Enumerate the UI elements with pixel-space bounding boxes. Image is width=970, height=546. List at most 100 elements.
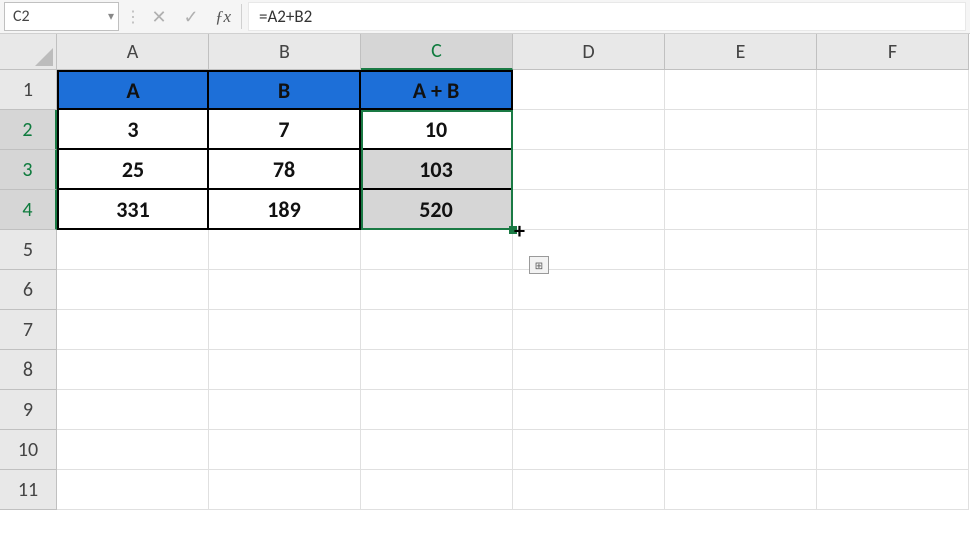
cell-d2[interactable] [513,110,665,150]
autofill-options-button[interactable]: ⊞ [529,256,549,274]
cell-c10[interactable] [361,430,513,470]
cell-f9[interactable] [817,390,969,430]
cell-b3[interactable]: 78 [209,150,361,190]
cell-c2[interactable]: 10 [361,110,513,150]
row-11: 11 [0,470,970,510]
cell-b5[interactable] [209,230,361,270]
cell-e5[interactable] [665,230,817,270]
cell-c5[interactable] [361,230,513,270]
cell-d11[interactable] [513,470,665,510]
divider-icon: ⋮ [123,0,143,33]
spreadsheet-grid[interactable]: A B C D E F 1 A B A + B 2 3 7 10 3 25 78… [0,34,970,510]
cell-d3[interactable] [513,150,665,190]
cell-c1[interactable]: A + B [361,70,513,110]
cell-f7[interactable] [817,310,969,350]
cell-e2[interactable] [665,110,817,150]
col-header-f[interactable]: F [817,34,969,70]
name-box[interactable]: C2 ▾ [4,2,119,31]
cell-b6[interactable] [209,270,361,310]
cell-a11[interactable] [57,470,209,510]
name-box-dropdown-icon[interactable]: ▾ [108,9,114,24]
formula-bar: C2 ▾ ⋮ ✕ ✓ ƒx =A2+B2 [0,0,970,34]
cell-c9[interactable] [361,390,513,430]
cell-e4[interactable] [665,190,817,230]
cell-b4[interactable]: 189 [209,190,361,230]
cell-b8[interactable] [209,350,361,390]
cell-e1[interactable] [665,70,817,110]
enter-formula-button[interactable]: ✓ [175,0,207,33]
row-9: 9 [0,390,970,430]
row-header-10[interactable]: 10 [0,430,57,470]
cell-c8[interactable] [361,350,513,390]
cell-f5[interactable] [817,230,969,270]
col-header-d[interactable]: D [513,34,665,70]
cell-f6[interactable] [817,270,969,310]
select-all-corner[interactable] [0,34,57,70]
cell-e3[interactable] [665,150,817,190]
cell-a8[interactable] [57,350,209,390]
cell-d6[interactable] [513,270,665,310]
cell-b9[interactable] [209,390,361,430]
cell-a2[interactable]: 3 [57,110,209,150]
row-header-5[interactable]: 5 [0,230,57,270]
cell-f11[interactable] [817,470,969,510]
cell-d8[interactable] [513,350,665,390]
cell-e10[interactable] [665,430,817,470]
row-header-7[interactable]: 7 [0,310,57,350]
cell-d10[interactable] [513,430,665,470]
insert-function-button[interactable]: ƒx [207,0,239,33]
cell-b7[interactable] [209,310,361,350]
cell-d4[interactable] [513,190,665,230]
cell-a3[interactable]: 25 [57,150,209,190]
cell-f4[interactable] [817,190,969,230]
row-7: 7 [0,310,970,350]
cell-a6[interactable] [57,270,209,310]
row-4: 4 331 189 520 [0,190,970,230]
cell-f3[interactable] [817,150,969,190]
row-header-2[interactable]: 2 [0,110,57,150]
cell-c6[interactable] [361,270,513,310]
separator [241,4,242,29]
cell-a9[interactable] [57,390,209,430]
row-header-1[interactable]: 1 [0,70,57,110]
cell-a1[interactable]: A [57,70,209,110]
col-header-b[interactable]: B [209,34,361,70]
cell-b11[interactable] [209,470,361,510]
cell-f10[interactable] [817,430,969,470]
cell-b2[interactable]: 7 [209,110,361,150]
cancel-formula-button[interactable]: ✕ [143,0,175,33]
cell-a4[interactable]: 331 [57,190,209,230]
column-header-row: A B C D E F [0,34,970,70]
col-header-e[interactable]: E [665,34,817,70]
cell-e11[interactable] [665,470,817,510]
cell-d7[interactable] [513,310,665,350]
cell-e7[interactable] [665,310,817,350]
cell-c7[interactable] [361,310,513,350]
cell-e8[interactable] [665,350,817,390]
cell-a10[interactable] [57,430,209,470]
row-header-4[interactable]: 4 [0,190,57,230]
cell-c11[interactable] [361,470,513,510]
cell-e9[interactable] [665,390,817,430]
cell-d1[interactable] [513,70,665,110]
cell-a7[interactable] [57,310,209,350]
cell-b10[interactable] [209,430,361,470]
cell-f2[interactable] [817,110,969,150]
col-header-a[interactable]: A [57,34,209,70]
cell-d9[interactable] [513,390,665,430]
cell-c3[interactable]: 103 [361,150,513,190]
cell-e6[interactable] [665,270,817,310]
cell-f8[interactable] [817,350,969,390]
row-header-8[interactable]: 8 [0,350,57,390]
cell-a5[interactable] [57,230,209,270]
row-header-6[interactable]: 6 [0,270,57,310]
col-header-c[interactable]: C [361,34,513,70]
row-header-3[interactable]: 3 [0,150,57,190]
cell-c4[interactable]: 520 [361,190,513,230]
name-box-value: C2 [13,7,30,26]
cell-f1[interactable] [817,70,969,110]
row-header-11[interactable]: 11 [0,470,57,510]
row-header-9[interactable]: 9 [0,390,57,430]
formula-input[interactable]: =A2+B2 [248,2,966,31]
cell-b1[interactable]: B [209,70,361,110]
